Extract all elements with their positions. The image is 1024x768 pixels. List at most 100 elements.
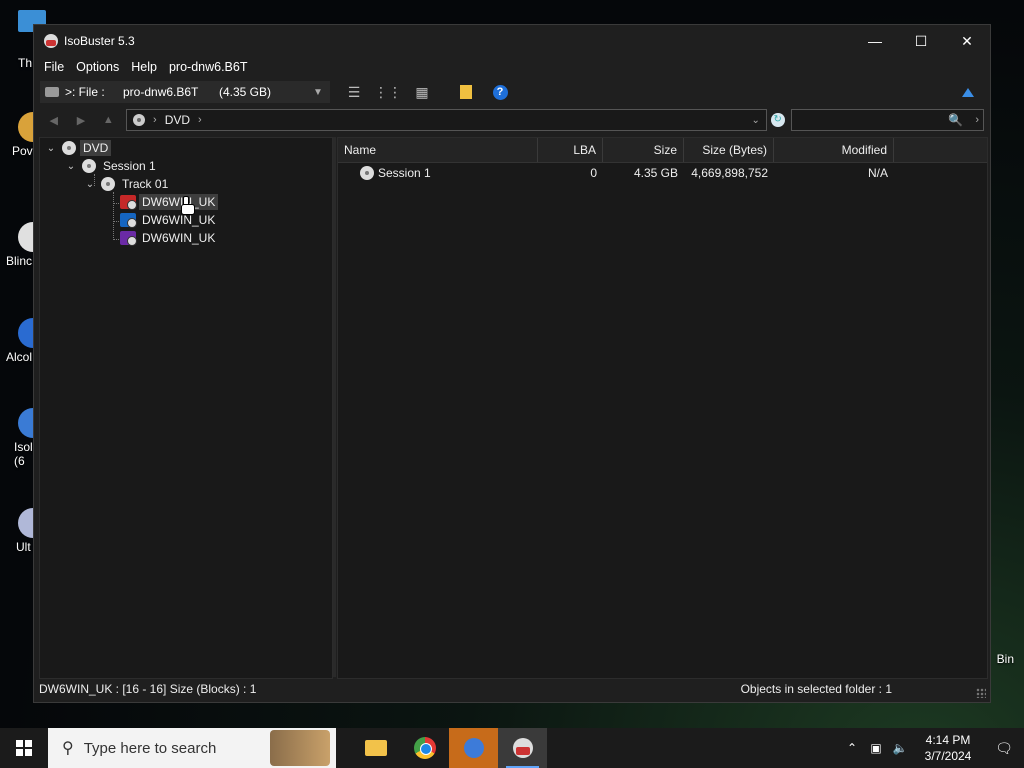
taskbar-app-globe[interactable] xyxy=(449,728,498,768)
notification-icon[interactable]: 🗨 xyxy=(984,740,1024,757)
list-header: Name LBA Size Size (Bytes) Modified xyxy=(338,138,987,163)
menu-file-name[interactable]: pro-dnw6.B6T xyxy=(163,60,254,74)
refresh-icon[interactable]: ↻ xyxy=(770,113,785,127)
menu-options[interactable]: Options xyxy=(70,60,125,74)
windows-logo-icon xyxy=(16,740,32,756)
taskbar-file-explorer[interactable] xyxy=(351,728,400,768)
isobuster-app-icon xyxy=(44,34,58,48)
cell-name: Session 1 xyxy=(338,166,538,180)
taskbar-isobuster[interactable] xyxy=(498,728,547,768)
column-header-modified[interactable]: Modified xyxy=(774,138,894,162)
status-object-count: Objects in selected folder : 1 xyxy=(740,682,892,696)
tree-node-dvd[interactable]: ⌄ DVD xyxy=(44,139,112,157)
title-bar[interactable]: IsoBuster 5.3 — ☐ ✕ xyxy=(34,25,990,57)
disc-icon xyxy=(133,114,146,126)
isobuster-window: IsoBuster 5.3 — ☐ ✕ File Options Help pr… xyxy=(33,24,991,703)
details-view-button[interactable]: ☰ xyxy=(344,82,364,102)
columns-view-icon: ⋮⋮ xyxy=(374,83,402,100)
chevron-down-icon[interactable]: ⌄ xyxy=(751,115,765,126)
chevron-right-icon[interactable]: › xyxy=(975,114,983,126)
column-header-filler xyxy=(894,138,987,162)
cell-size-bytes: 4,669,898,752 xyxy=(691,166,768,180)
udf-filesystem-icon xyxy=(120,231,137,246)
globe-icon xyxy=(463,738,484,758)
chevron-down-icon[interactable]: ⌄ xyxy=(44,143,58,154)
search-icon: ⚲ xyxy=(62,740,74,757)
taskbar-search-box[interactable]: ⚲ Type here to search xyxy=(48,728,336,768)
list-view-icon: ☰ xyxy=(347,83,361,100)
taskbar-chrome[interactable] xyxy=(400,728,449,768)
disc-icon xyxy=(82,159,96,173)
taskbar: ⚲ Type here to search ⌃ ▣ 🔈 4:14 PM 3/7/… xyxy=(0,728,1024,768)
start-button[interactable] xyxy=(0,728,48,768)
list-view-button[interactable]: ⋮⋮ xyxy=(374,82,402,102)
back-button[interactable]: ◀ xyxy=(40,114,67,127)
eject-icon xyxy=(962,87,974,97)
menu-file[interactable]: File xyxy=(38,60,70,74)
volume-muted-icon[interactable]: 🔈 xyxy=(888,741,912,755)
chevron-right-icon[interactable]: › xyxy=(190,114,210,126)
column-header-lba[interactable]: LBA xyxy=(538,138,603,162)
pane-splitter[interactable] xyxy=(333,137,336,677)
status-bar: DW6WIN_UK : [16 - 16] Size (Blocks) : 1 … xyxy=(34,676,990,702)
extract-button[interactable] xyxy=(456,82,476,102)
window-title: IsoBuster 5.3 xyxy=(64,34,135,48)
tree-node-filesystem-joliet[interactable]: DW6WIN_UK xyxy=(120,211,218,229)
iso-filesystem-icon xyxy=(120,195,137,210)
desktop-icon-recycle-bin[interactable]: Bin xyxy=(997,652,1014,666)
eject-button[interactable] xyxy=(958,82,978,102)
tree-node-filesystem-iso[interactable]: DW6WIN_UK xyxy=(120,193,219,211)
status-selection-info: DW6WIN_UK : [16 - 16] Size (Blocks) : 1 xyxy=(39,682,257,696)
menu-bar: File Options Help pro-dnw6.B6T xyxy=(34,57,990,77)
tree-node-track[interactable]: ⌄ Track 01 xyxy=(83,175,171,193)
navigation-bar: ◀ ▶ ▲ › DVD › ⌄ ↻ 🔍 › xyxy=(40,109,984,131)
resize-grip-icon[interactable] xyxy=(976,688,986,698)
table-row[interactable]: Session 1 0 4.35 GB 4,669,898,752 N/A xyxy=(338,163,987,183)
file-list-pane: Name LBA Size Size (Bytes) Modified Sess… xyxy=(337,137,988,679)
system-tray: ⌃ ▣ 🔈 4:14 PM 3/7/2024 🗨 xyxy=(840,728,1024,768)
column-header-name[interactable]: Name xyxy=(338,138,538,162)
disc-icon xyxy=(360,166,374,180)
clock[interactable]: 4:14 PM 3/7/2024 xyxy=(912,732,984,764)
close-button[interactable]: ✕ xyxy=(944,25,990,57)
network-icon[interactable]: ▣ xyxy=(864,741,888,755)
chrome-icon xyxy=(413,737,436,759)
address-bar[interactable]: › DVD › ⌄ xyxy=(126,109,767,131)
icon-view-button[interactable]: ▦ xyxy=(412,82,432,102)
column-header-size[interactable]: Size xyxy=(603,138,684,162)
folder-icon xyxy=(364,740,387,756)
disc-icon xyxy=(62,141,76,155)
taskbar-search-placeholder: Type here to search xyxy=(83,739,217,757)
tree-node-session[interactable]: ⌄ Session 1 xyxy=(64,157,159,175)
menu-help[interactable]: Help xyxy=(125,60,163,74)
chevron-right-icon[interactable]: › xyxy=(145,114,165,126)
grid-view-icon: ▦ xyxy=(415,83,429,100)
chevron-down-icon[interactable]: ⌄ xyxy=(83,179,97,190)
clock-date: 3/7/2024 xyxy=(924,749,972,763)
chevron-up-icon[interactable]: ⌃ xyxy=(840,741,864,755)
search-icon[interactable]: 🔍 xyxy=(948,113,975,127)
clock-time: 4:14 PM xyxy=(925,733,971,747)
minimize-button[interactable]: — xyxy=(852,25,898,57)
drive-select[interactable]: >: File : pro-dnw6.B6T (4.35 GB) ▼ xyxy=(40,81,330,103)
isobuster-icon xyxy=(512,738,533,758)
folder-arrow-icon xyxy=(460,85,472,99)
breadcrumb-dvd[interactable]: DVD xyxy=(165,113,190,127)
tree-node-filesystem-udf[interactable]: DW6WIN_UK xyxy=(120,229,218,247)
window-controls: — ☐ ✕ xyxy=(852,25,990,57)
disc-icon xyxy=(101,177,115,191)
chevron-down-icon[interactable]: ⌄ xyxy=(64,161,78,172)
help-icon: ? xyxy=(492,84,508,100)
toolbar: >: File : pro-dnw6.B6T (4.35 GB) ▼ ☰ ⋮⋮ … xyxy=(34,81,990,103)
tree-pane: ⌄ DVD ⌄ Session 1 ⌄ Track 01 DW6WIN_UK D… xyxy=(39,137,333,679)
search-highlight-image xyxy=(270,730,330,766)
search-input[interactable]: 🔍 › xyxy=(790,109,984,131)
up-button[interactable]: ▲ xyxy=(95,114,122,126)
tree-connector xyxy=(113,192,114,240)
joliet-filesystem-icon xyxy=(120,213,137,228)
maximize-button[interactable]: ☐ xyxy=(898,25,944,57)
cell-modified: N/A xyxy=(867,166,888,180)
forward-button[interactable]: ▶ xyxy=(67,114,94,127)
column-header-size-bytes[interactable]: Size (Bytes) xyxy=(684,138,774,162)
help-button[interactable]: ? xyxy=(490,82,510,102)
